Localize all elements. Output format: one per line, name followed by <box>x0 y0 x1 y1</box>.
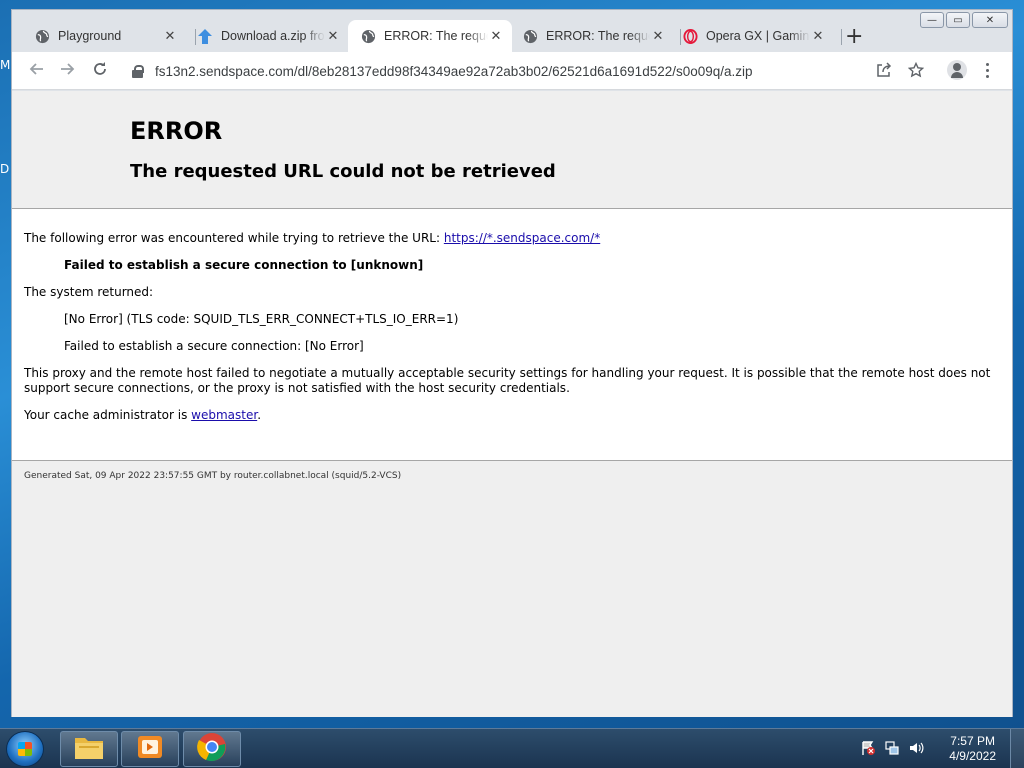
download-icon <box>197 28 213 44</box>
tab-separator <box>841 29 842 45</box>
share-icon[interactable] <box>876 62 892 81</box>
admin-text: Your cache administrator is <box>24 408 192 422</box>
opera-icon <box>682 28 698 44</box>
show-desktop-button[interactable] <box>1010 729 1024 768</box>
desktop-icon-label: D <box>0 162 10 176</box>
browser-toolbar: fs13n2.sendspace.com/dl/8eb28137edd98f34… <box>12 52 1012 90</box>
profile-avatar-icon[interactable] <box>947 60 967 80</box>
error-summary: Failed to establish a secure connection … <box>64 258 424 272</box>
address-url[interactable]: fs13n2.sendspace.com/dl/8eb28137edd98f34… <box>155 64 753 79</box>
tab-label: Opera GX | Gaming <box>706 29 810 43</box>
tab-download[interactable]: Download a.zip from ✕ <box>185 20 349 52</box>
lock-icon[interactable] <box>132 64 144 78</box>
webmaster-link[interactable]: webmaster <box>191 408 257 422</box>
admin-suffix: . <box>257 408 262 422</box>
browser-window: — ▭ ✕ Playground ✕ Download a.zip from ✕… <box>11 9 1013 717</box>
page-title: ERROR <box>130 117 223 145</box>
taskbar: 7:57 PM 4/9/2022 <box>0 728 1024 768</box>
tls-code-text: [No Error] (TLS code: SQUID_TLS_ERR_CONN… <box>64 312 459 326</box>
tab-close-icon[interactable]: ✕ <box>325 28 341 44</box>
volume-icon[interactable] <box>908 740 924 759</box>
tab-playground[interactable]: Playground ✕ <box>22 20 186 52</box>
menu-kebab-icon[interactable] <box>986 63 990 81</box>
page-content: ERROR The requested URL could not be ret… <box>12 91 1012 717</box>
tab-close-icon[interactable]: ✕ <box>810 28 826 44</box>
explanation-text: This proxy and the remote host failed to… <box>24 366 991 395</box>
network-icon[interactable] <box>884 740 900 759</box>
tab-error-active[interactable]: ERROR: The requested ✕ <box>348 20 512 52</box>
intro-text: The following error was encountered whil… <box>24 231 444 245</box>
error-body: The following error was encountered whil… <box>12 209 1012 461</box>
admin-paragraph: Your cache administrator is webmaster. <box>24 408 1000 423</box>
clock-time: 7:57 PM <box>950 734 995 748</box>
taskbar-media-player[interactable] <box>121 731 179 767</box>
taskbar-explorer[interactable] <box>60 731 118 767</box>
tab-strip: Playground ✕ Download a.zip from ✕ ERROR… <box>12 20 1012 52</box>
error-footer: Generated Sat, 09 Apr 2022 23:57:55 GMT … <box>24 471 402 481</box>
action-center-flag-icon[interactable] <box>860 740 876 759</box>
back-icon[interactable] <box>28 61 44 81</box>
forward-icon[interactable] <box>60 61 76 81</box>
tab-close-icon[interactable]: ✕ <box>162 28 178 44</box>
globe-icon <box>34 28 50 44</box>
error-summary-paragraph: Failed to establish a secure connection … <box>24 258 1000 273</box>
tab-label: Download a.zip from <box>221 29 325 43</box>
chrome-icon <box>197 732 227 766</box>
address-bar[interactable]: fs13n2.sendspace.com/dl/8eb28137edd98f34… <box>124 56 904 86</box>
globe-icon <box>522 28 538 44</box>
tab-label: ERROR: The requested <box>546 29 650 43</box>
failed-url-link[interactable]: https://*.sendspace.com/* <box>444 231 600 245</box>
tab-label: ERROR: The requested <box>384 29 488 43</box>
new-tab-icon[interactable]: + <box>845 26 863 48</box>
reload-icon[interactable] <box>92 61 108 81</box>
explorer-icon <box>74 734 104 764</box>
tab-close-icon[interactable]: ✕ <box>650 28 666 44</box>
clock-date: 4/9/2022 <box>949 749 996 763</box>
start-button[interactable] <box>6 731 44 767</box>
media-player-icon <box>136 734 164 764</box>
intro-paragraph: The following error was encountered whil… <box>24 231 1000 246</box>
secure-connection-text: Failed to establish a secure connection:… <box>64 339 364 353</box>
tab-close-icon[interactable]: ✕ <box>488 28 504 44</box>
globe-icon <box>360 28 376 44</box>
taskbar-chrome[interactable] <box>183 731 241 767</box>
taskbar-clock[interactable]: 7:57 PM 4/9/2022 <box>949 734 996 764</box>
error-header: ERROR The requested URL could not be ret… <box>12 91 1012 209</box>
page-subtitle: The requested URL could not be retrieved <box>130 161 556 182</box>
tab-error[interactable]: ERROR: The requested ✕ <box>510 20 674 52</box>
system-tray <box>860 729 924 768</box>
tab-opera[interactable]: Opera GX | Gaming ✕ <box>670 20 834 52</box>
system-returned-label: The system returned: <box>24 285 154 299</box>
desktop-icon-label: M <box>0 58 11 72</box>
tab-label: Playground <box>58 29 122 43</box>
bookmark-star-icon[interactable] <box>907 61 925 81</box>
